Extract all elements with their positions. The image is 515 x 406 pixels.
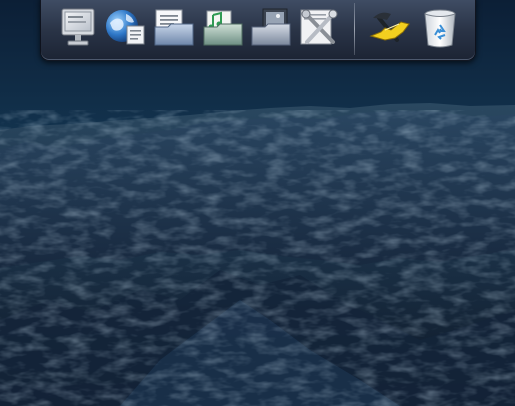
dock-separator: [354, 3, 355, 55]
trash-dock-item[interactable]: [418, 6, 462, 50]
documents-dock-item[interactable]: [152, 6, 196, 50]
utilities-tools-icon: [300, 9, 338, 45]
utilities-dock-item[interactable]: [297, 6, 341, 50]
developer-tools-dock-item[interactable]: [367, 6, 411, 50]
computer-icon: [61, 8, 95, 46]
developer-tools-hammer-icon: [369, 12, 410, 42]
dock: [40, 0, 476, 61]
desktop: [0, 0, 515, 406]
documents-folder-icon: [154, 9, 194, 46]
pictures-dock-item[interactable]: [249, 6, 293, 50]
trash-icon: [424, 9, 456, 48]
music-dock-item[interactable]: [201, 6, 245, 50]
pictures-folder-icon: [251, 8, 291, 46]
network-dock-item[interactable]: [104, 6, 148, 50]
computer-dock-item[interactable]: [57, 6, 101, 50]
network-globe-icon: [106, 10, 145, 45]
music-folder-icon: [203, 10, 243, 46]
